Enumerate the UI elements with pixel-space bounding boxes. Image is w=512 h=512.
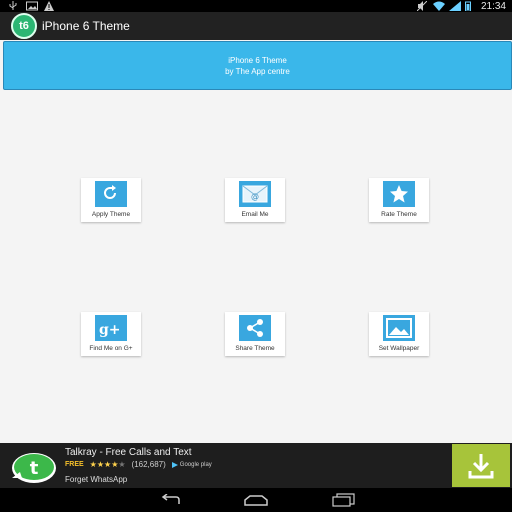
download-button[interactable] <box>452 444 510 487</box>
find-me-label: Find Me on G+ <box>89 345 133 352</box>
back-icon <box>161 494 180 504</box>
talkray-logo-icon: t <box>6 448 58 484</box>
navigation-bar <box>0 488 512 512</box>
find-me-google-plus-button[interactable]: g+ Find Me on G+ <box>81 312 141 356</box>
download-icon <box>468 453 494 478</box>
action-bar: t6 iPhone 6 Theme <box>0 12 512 40</box>
wifi-icon <box>432 1 445 11</box>
back-button[interactable] <box>156 492 186 508</box>
ad-store-label: Google play <box>179 461 212 468</box>
svg-text:@: @ <box>251 192 259 201</box>
set-wallpaper-button[interactable]: Set Wallpaper <box>369 312 429 356</box>
svg-text:g+: g+ <box>99 322 121 338</box>
ad-banner[interactable]: t Talkray - Free Calls and Text FREE ★★★… <box>0 443 512 488</box>
battery-icon <box>464 1 475 12</box>
google-play-badge: Google play <box>171 461 212 468</box>
email-me-label: Email Me <box>241 211 269 218</box>
status-bar: 21:34 <box>0 0 512 12</box>
clock: 21:34 <box>480 0 506 12</box>
share-icon <box>239 315 271 341</box>
signal-icon <box>448 1 461 11</box>
apply-theme-label: Apply Theme <box>91 211 131 218</box>
usb-icon <box>8 1 18 11</box>
apply-theme-button[interactable]: Apply Theme <box>81 178 141 222</box>
image-notification-icon <box>26 1 38 11</box>
rate-theme-button[interactable]: Rate Theme <box>369 178 429 222</box>
refresh-arrow-icon <box>95 181 127 207</box>
ad-details: FREE ★★★★★ (162,687) Google play <box>65 460 212 469</box>
set-wallpaper-label: Set Wallpaper <box>378 345 420 352</box>
header-banner: iPhone 6 Theme by The App centre <box>3 41 512 90</box>
banner-title: iPhone 6 Theme <box>228 55 287 65</box>
google-plus-icon: g+ <box>95 315 127 341</box>
recent-apps-icon <box>332 493 355 507</box>
home-icon <box>244 495 268 506</box>
wallpaper-icon <box>383 315 415 341</box>
app-title: iPhone 6 Theme <box>42 19 130 33</box>
ad-rating-count: (162,687) <box>131 460 166 469</box>
banner-subtitle: by The App centre <box>225 66 290 76</box>
rating-stars-icon: ★★★★★ <box>89 460 126 469</box>
star-icon <box>383 181 415 207</box>
email-me-button[interactable]: @ Email Me <box>225 178 285 222</box>
mute-icon <box>416 0 428 12</box>
recent-apps-button[interactable] <box>328 492 358 508</box>
ad-subtitle: Forget WhatsApp <box>65 475 128 484</box>
share-theme-label: Share Theme <box>235 345 275 352</box>
app-logo-text: t6 <box>19 20 29 32</box>
home-button[interactable] <box>241 492 271 508</box>
rate-theme-label: Rate Theme <box>381 211 417 218</box>
share-theme-button[interactable]: Share Theme <box>225 312 285 356</box>
app-logo-icon[interactable]: t6 <box>11 13 37 39</box>
svg-text:t: t <box>30 458 39 479</box>
google-play-icon <box>171 461 178 468</box>
ad-title: Talkray - Free Calls and Text <box>65 447 192 458</box>
ad-price: FREE <box>65 461 84 468</box>
email-icon: @ <box>239 181 271 207</box>
warning-icon <box>44 1 54 11</box>
